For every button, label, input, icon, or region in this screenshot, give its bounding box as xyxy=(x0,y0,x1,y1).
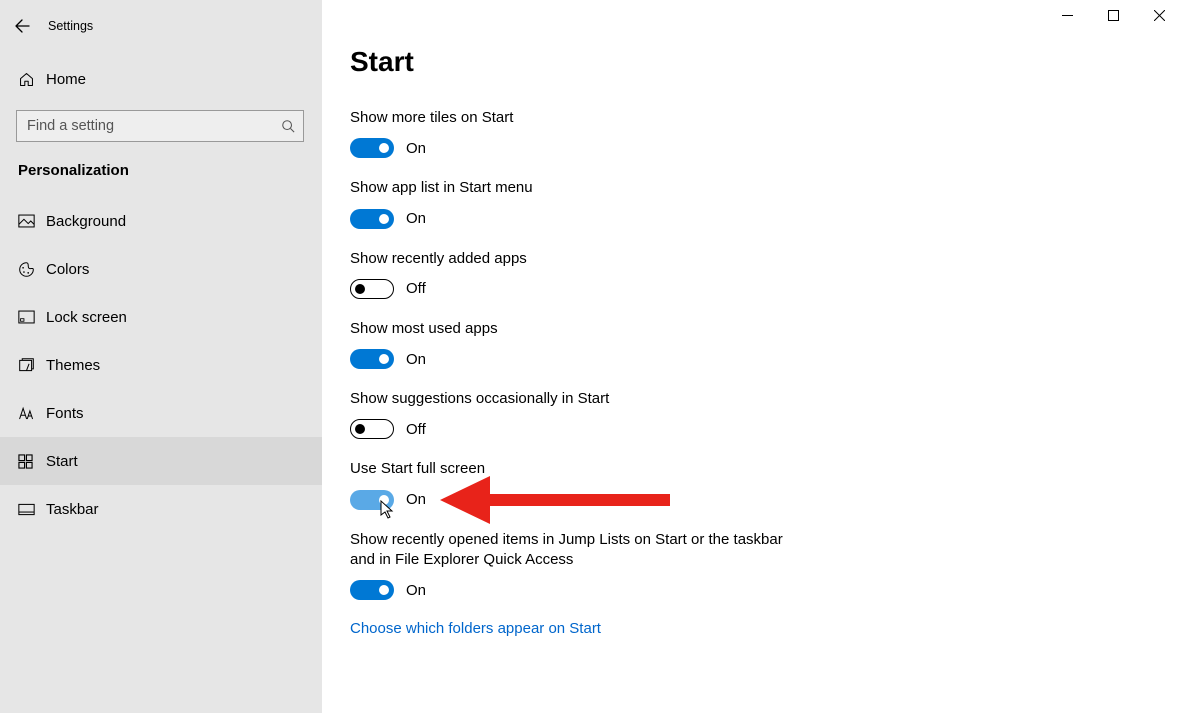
setting-recently-added: Show recently added apps Off xyxy=(350,249,882,299)
sidebar-section-label: Personalization xyxy=(16,160,306,197)
search-input-wrap[interactable] xyxy=(16,110,304,142)
toggle-state: Off xyxy=(406,280,426,297)
toggle-show-more-tiles[interactable] xyxy=(350,138,394,158)
toggle-suggestions[interactable] xyxy=(350,419,394,439)
back-button[interactable] xyxy=(0,10,44,42)
home-label: Home xyxy=(46,71,86,88)
setting-label: Show more tiles on Start xyxy=(350,108,810,128)
settings-sidebar: Settings Home Personalization xyxy=(0,0,322,713)
setting-label: Show suggestions occasionally in Start xyxy=(350,389,810,409)
sidebar-item-start[interactable]: Start xyxy=(0,437,322,485)
sidebar-item-label: Fonts xyxy=(46,405,84,422)
setting-most-used: Show most used apps On xyxy=(350,319,882,369)
home-icon xyxy=(18,71,35,88)
picture-icon xyxy=(18,214,35,228)
page-title: Start xyxy=(350,46,882,78)
toggle-state: On xyxy=(406,491,426,508)
minimize-icon xyxy=(1062,10,1073,21)
sidebar-item-label: Colors xyxy=(46,261,89,278)
fonts-icon xyxy=(18,406,35,421)
sidebar-item-fonts[interactable]: Fonts xyxy=(0,389,322,437)
start-icon xyxy=(18,454,33,469)
sidebar-home[interactable]: Home xyxy=(16,56,306,102)
sidebar-item-label: Start xyxy=(46,453,78,470)
maximize-icon xyxy=(1108,10,1119,21)
sidebar-item-colors[interactable]: Colors xyxy=(0,245,322,293)
sidebar-item-label: Taskbar xyxy=(46,501,99,518)
toggle-state: On xyxy=(406,210,426,227)
toggle-full-screen[interactable] xyxy=(350,490,394,510)
toggle-show-app-list[interactable] xyxy=(350,209,394,229)
maximize-button[interactable] xyxy=(1090,0,1136,30)
setting-label: Show recently added apps xyxy=(350,249,810,269)
toggle-most-used[interactable] xyxy=(350,349,394,369)
search-icon xyxy=(281,119,295,133)
search-input[interactable] xyxy=(25,117,281,135)
main-region: Start Show more tiles on Start On Show a… xyxy=(322,0,1182,713)
setting-label: Show recently opened items in Jump Lists… xyxy=(350,530,810,571)
setting-full-screen: Use Start full screen On xyxy=(350,459,882,509)
sidebar-item-label: Themes xyxy=(46,357,100,374)
palette-icon xyxy=(18,261,35,278)
toggle-state: On xyxy=(406,351,426,368)
sidebar-item-taskbar[interactable]: Taskbar xyxy=(0,485,322,533)
toggle-state: Off xyxy=(406,421,426,438)
app-title: Settings xyxy=(48,19,93,33)
window-controls xyxy=(1044,0,1182,30)
setting-label: Show app list in Start menu xyxy=(350,178,810,198)
lock-screen-icon xyxy=(18,310,35,324)
toggle-state: On xyxy=(406,140,426,157)
setting-jump-lists: Show recently opened items in Jump Lists… xyxy=(350,530,882,601)
arrow-left-icon xyxy=(14,18,30,34)
setting-show-app-list: Show app list in Start menu On xyxy=(350,178,882,228)
minimize-button[interactable] xyxy=(1044,0,1090,30)
toggle-recently-added[interactable] xyxy=(350,279,394,299)
toggle-jump-lists[interactable] xyxy=(350,580,394,600)
setting-show-more-tiles: Show more tiles on Start On xyxy=(350,108,882,158)
sidebar-item-background[interactable]: Background xyxy=(0,197,322,245)
setting-label: Show most used apps xyxy=(350,319,810,339)
choose-folders-link[interactable]: Choose which folders appear on Start xyxy=(350,620,601,637)
sidebar-item-label: Background xyxy=(46,213,126,230)
close-button[interactable] xyxy=(1136,0,1182,30)
setting-suggestions: Show suggestions occasionally in Start O… xyxy=(350,389,882,439)
sidebar-item-themes[interactable]: Themes xyxy=(0,341,322,389)
taskbar-icon xyxy=(18,503,35,516)
sidebar-nav: Background Colors Lock screen Themes xyxy=(0,197,322,533)
close-icon xyxy=(1154,10,1165,21)
themes-icon xyxy=(18,357,35,374)
sidebar-item-lock-screen[interactable]: Lock screen xyxy=(0,293,322,341)
setting-label: Use Start full screen xyxy=(350,459,810,479)
sidebar-item-label: Lock screen xyxy=(46,309,127,326)
toggle-state: On xyxy=(406,582,426,599)
